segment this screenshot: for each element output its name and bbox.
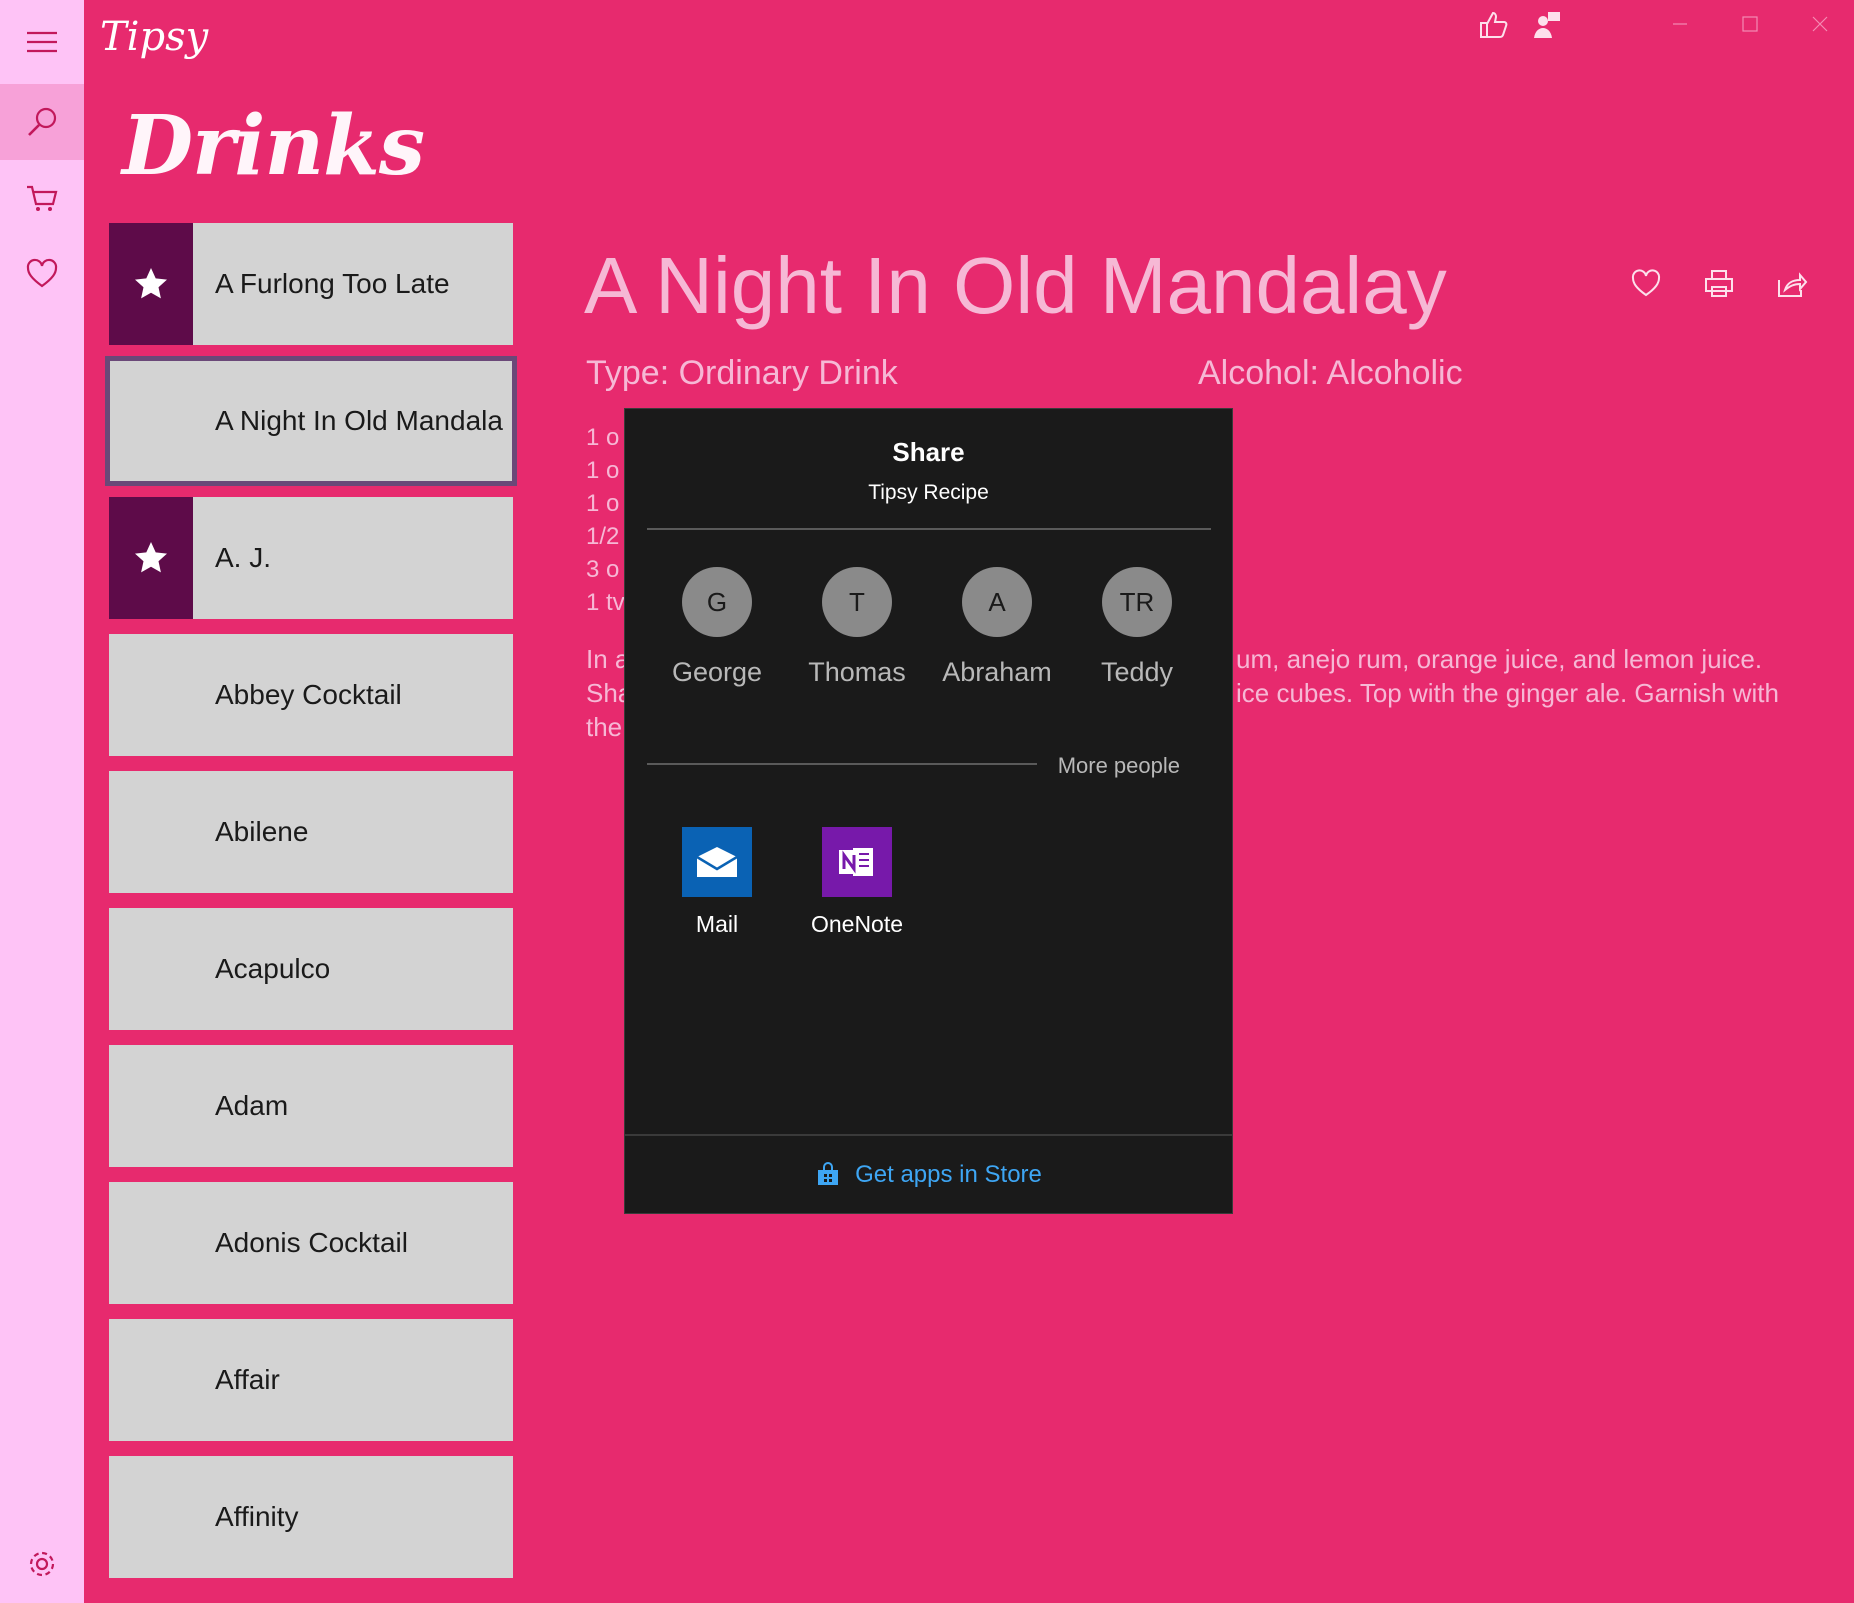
list-item[interactable]: Abbey Cocktail bbox=[109, 634, 513, 756]
share-app-mail[interactable]: Mail bbox=[652, 827, 782, 938]
hamburger-icon bbox=[27, 31, 57, 53]
list-item-selected[interactable]: A Night In Old Mandala bbox=[105, 356, 517, 486]
minimize-button[interactable] bbox=[1650, 4, 1710, 44]
page-heading: Drinks bbox=[122, 98, 425, 194]
instructions-line: the bbox=[586, 712, 623, 742]
list-item[interactable]: Abilene bbox=[109, 771, 513, 893]
print-button[interactable] bbox=[1699, 264, 1739, 304]
nav-cart-button[interactable] bbox=[0, 160, 84, 236]
person-name: Teddy bbox=[1100, 657, 1174, 687]
app-logo: Tipsy bbox=[100, 14, 209, 60]
app-name: OneNote bbox=[810, 911, 904, 937]
search-icon bbox=[28, 107, 57, 136]
list-item-label: Affinity bbox=[215, 1501, 299, 1532]
list-item-label: Abilene bbox=[215, 816, 309, 847]
nav-rail bbox=[0, 0, 84, 1603]
list-item[interactable]: Adam bbox=[109, 1045, 513, 1167]
close-icon bbox=[1812, 16, 1828, 32]
share-person-george[interactable]: G George bbox=[652, 567, 782, 688]
list-item[interactable]: A Furlong Too Late bbox=[109, 223, 513, 345]
heart-icon bbox=[1631, 269, 1661, 297]
people-divider bbox=[647, 763, 1037, 765]
share-divider bbox=[647, 528, 1211, 530]
avatar: TR bbox=[1102, 567, 1172, 637]
mail-tile bbox=[682, 827, 752, 897]
list-item-label: Affair bbox=[215, 1364, 280, 1395]
share-flyout: Share Tipsy Recipe G George T Thomas A A… bbox=[624, 408, 1233, 1214]
maximize-icon bbox=[1742, 16, 1758, 32]
person-name: George bbox=[671, 657, 763, 687]
favorite-star-tile bbox=[109, 497, 193, 619]
settings-button[interactable] bbox=[0, 1526, 84, 1602]
share-subtitle: Tipsy Recipe bbox=[868, 481, 989, 504]
favorite-star-tile bbox=[109, 223, 193, 345]
get-apps-in-store-link[interactable]: Get apps in Store bbox=[855, 1161, 1042, 1189]
list-item-label: A Furlong Too Late bbox=[215, 268, 450, 299]
ingredient-line: 1 o bbox=[586, 457, 620, 484]
list-item[interactable]: Affinity bbox=[109, 1456, 513, 1578]
person-feedback-icon bbox=[1534, 12, 1560, 38]
instructions-line: ice cubes. Top with the ginger ale. Garn… bbox=[1236, 678, 1779, 708]
drink-alcohol: Alcohol: Alcoholic bbox=[1198, 354, 1463, 392]
list-item[interactable]: Affair bbox=[109, 1319, 513, 1441]
nav-favorites-button[interactable] bbox=[0, 236, 84, 312]
ingredient-line: 1/2 bbox=[586, 523, 620, 550]
onenote-tile bbox=[822, 827, 892, 897]
share-title: Share bbox=[892, 437, 965, 467]
instructions-line: um, anejo rum, orange juice, and lemon j… bbox=[1236, 644, 1763, 674]
share-button[interactable] bbox=[1772, 264, 1812, 304]
drink-type: Type: Ordinary Drink bbox=[586, 354, 898, 392]
share-person-abraham[interactable]: A Abraham bbox=[932, 567, 1062, 688]
mail-icon bbox=[696, 847, 738, 877]
share-person-teddy[interactable]: TR Teddy bbox=[1072, 567, 1202, 688]
share-person-thomas[interactable]: T Thomas bbox=[792, 567, 922, 688]
list-item-label: Adam bbox=[215, 1090, 289, 1121]
list-item[interactable]: A. J. bbox=[109, 497, 513, 619]
account-button[interactable] bbox=[1530, 8, 1564, 42]
gear-icon bbox=[29, 1551, 55, 1577]
instructions-line: In a bbox=[586, 644, 630, 674]
list-item-label: Abbey Cocktail bbox=[215, 679, 402, 710]
list-item[interactable]: Acapulco bbox=[109, 908, 513, 1030]
close-button[interactable] bbox=[1790, 4, 1850, 44]
ingredient-line: 3 o bbox=[586, 556, 620, 583]
heart-icon bbox=[26, 258, 58, 288]
printer-icon bbox=[1705, 270, 1733, 297]
store-bag-icon bbox=[818, 1162, 839, 1185]
list-item[interactable]: Adonis Cocktail bbox=[109, 1182, 513, 1304]
share-icon bbox=[1778, 272, 1808, 297]
list-item-label: A Night In Old Mandala bbox=[215, 405, 503, 436]
ingredient-line: 1 o bbox=[586, 490, 620, 517]
avatar: A bbox=[962, 567, 1032, 637]
nav-search-button[interactable] bbox=[0, 84, 84, 160]
avatar: T bbox=[822, 567, 892, 637]
avatar: G bbox=[682, 567, 752, 637]
person-name: Thomas bbox=[808, 657, 906, 687]
drink-title: A Night In Old Mandalay bbox=[584, 241, 1447, 330]
person-name: Abraham bbox=[942, 657, 1052, 687]
feedback-button[interactable] bbox=[1476, 8, 1510, 42]
maximize-button[interactable] bbox=[1720, 4, 1780, 44]
app-name: Mail bbox=[695, 911, 739, 937]
ingredient-line: 1 tv bbox=[586, 589, 625, 616]
ingredient-line: 1 o bbox=[586, 424, 620, 451]
list-item-label: A. J. bbox=[215, 542, 272, 573]
list-item-label: Adonis Cocktail bbox=[215, 1227, 408, 1258]
onenote-icon bbox=[839, 848, 873, 876]
more-people-link[interactable]: More people bbox=[1058, 753, 1180, 779]
favorite-button[interactable] bbox=[1626, 264, 1666, 304]
thumbs-up-icon bbox=[1480, 11, 1508, 38]
list-item-label: Acapulco bbox=[215, 953, 331, 984]
share-app-onenote[interactable]: OneNote bbox=[792, 827, 922, 938]
minimize-icon bbox=[1673, 23, 1687, 25]
star-icon bbox=[135, 542, 167, 573]
hamburger-button[interactable] bbox=[0, 4, 84, 80]
cart-icon bbox=[27, 185, 58, 211]
store-footer[interactable]: Get apps in Store bbox=[625, 1134, 1232, 1214]
star-icon bbox=[135, 268, 167, 299]
